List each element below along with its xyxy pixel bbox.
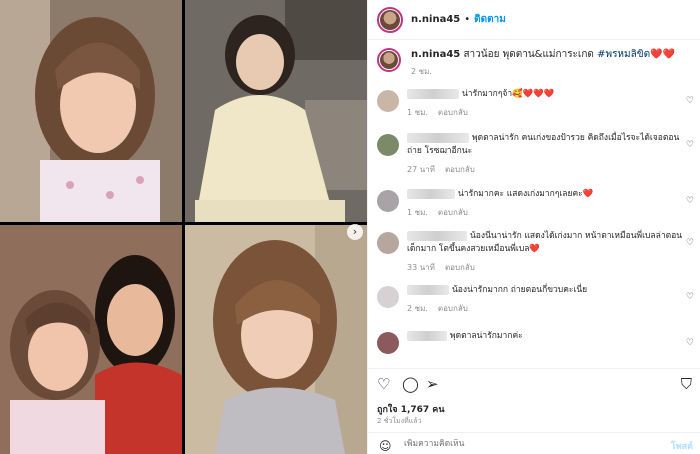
action-bar: ♡ ◯ ➢ ⛉: [368, 368, 700, 398]
commenter-username[interactable]: [407, 88, 459, 99]
reply-button[interactable]: ตอบกลับ: [438, 304, 468, 313]
comment-text: น่ารักมากคะ แสดงเก่งมากๆเลยคะ❤️: [458, 189, 594, 199]
comment-like-icon[interactable]: ♡: [686, 292, 694, 302]
reply-button[interactable]: ตอบกลับ: [445, 165, 475, 174]
send-icon[interactable]: ➢: [426, 375, 439, 393]
commenter-username[interactable]: [407, 132, 469, 143]
photo-girl-smiling: [0, 0, 182, 222]
author-avatar[interactable]: [377, 6, 403, 33]
instagram-post: › n.nina45 • ติดตาม n.nina45 สาวน้อย พุด…: [0, 0, 700, 454]
commenter-avatar[interactable]: [377, 134, 399, 156]
caption-time: 2 ชม.: [411, 67, 432, 76]
comment-item: พุดตาลน่ารัก คนเก่งของป้ารวย คิดถึงเมื่อ…: [368, 132, 700, 188]
add-comment-row: ☺ โพสต์: [368, 432, 700, 454]
caption-emoji: ❤️❤️: [650, 49, 675, 60]
author-username[interactable]: n.nina45: [411, 14, 460, 25]
commenter-username[interactable]: [407, 230, 467, 241]
comment-like-icon[interactable]: ♡: [686, 96, 694, 106]
comment-time: 27 นาที: [407, 165, 435, 174]
bookmark-icon[interactable]: ⛉: [681, 375, 692, 393]
commenter-username[interactable]: [407, 188, 455, 199]
caption-hashtag[interactable]: #พรหมลิขิต: [597, 49, 650, 60]
follow-button[interactable]: ติดตาม: [474, 12, 506, 27]
comment-icon[interactable]: ◯: [402, 375, 419, 393]
heart-outline-icon[interactable]: ♡: [377, 375, 390, 393]
post-sidebar: n.nina45 • ติดตาม n.nina45 สาวน้อย พุดตา…: [367, 0, 700, 454]
comment-like-icon[interactable]: ♡: [686, 140, 694, 150]
caption-username[interactable]: n.nina45: [411, 49, 460, 60]
emoji-icon[interactable]: ☺: [379, 439, 392, 453]
comment-text: น้องน่ารักมากก ถ่ายตอนกี่ขวบคะเนี่ย: [452, 285, 588, 295]
comment-item: น่ารักมากคะ แสดงเก่งมากๆเลยคะ❤️ 1 ชม. ตอบ…: [368, 188, 700, 230]
comment-item: พุดตาลน่ารักมากค่ะ ♡: [368, 330, 700, 358]
post-comment-button[interactable]: โพสต์: [671, 439, 693, 453]
comment-time: 33 นาที: [407, 263, 435, 272]
reply-button[interactable]: ตอบกลับ: [438, 208, 468, 217]
reply-button[interactable]: ตอบกลับ: [445, 263, 475, 272]
reply-button[interactable]: ตอบกลับ: [438, 108, 468, 117]
comment-text: น่ารักมากๆจ้า🥰❤️❤️❤️: [462, 89, 555, 99]
post-caption: n.nina45 สาวน้อย พุดตาน&แม่การะเกด #พรหม…: [368, 40, 700, 79]
separator-dot: •: [464, 14, 471, 25]
comment-time: 2 ชม.: [407, 304, 428, 313]
commenter-avatar[interactable]: [377, 286, 399, 308]
comment-time: 1 ชม.: [407, 208, 428, 217]
comment-item: น้องนีนาน่ารัก แสดงได้เก่งมาก หน้าตาเหมื…: [368, 230, 700, 284]
comment-item: น้องน่ารักมากก ถ่ายตอนกี่ขวบคะเนี่ย 2 ชม…: [368, 284, 700, 330]
commenter-avatar[interactable]: [377, 232, 399, 254]
photo-girl-portrait: [185, 225, 367, 454]
likes-count[interactable]: ถูกใจ 1,767 คน: [377, 402, 444, 416]
posted-time: 2 ชั่วโมงที่แล้ว: [377, 417, 422, 425]
post-media-collage[interactable]: ›: [0, 0, 367, 454]
add-comment-input[interactable]: [404, 439, 624, 449]
comment-like-icon[interactable]: ♡: [686, 238, 694, 248]
post-header: n.nina45 • ติดตาม: [368, 0, 700, 40]
comment-like-icon[interactable]: ♡: [686, 196, 694, 206]
comment-like-icon[interactable]: ♡: [686, 338, 694, 348]
caption-text: สาวน้อย พุดตาน&แม่การะเกด: [463, 49, 594, 60]
commenter-avatar[interactable]: [377, 332, 399, 354]
comment-list: น่ารักมากๆจ้า🥰❤️❤️❤️ 1 ชม. ตอบกลับ ♡ พุดต…: [368, 88, 700, 358]
comment-text: พุดตาลน่ารักมากค่ะ: [450, 331, 523, 341]
photo-mother-and-child: [0, 225, 182, 454]
comment-time: 1 ชม.: [407, 108, 428, 117]
commenter-avatar[interactable]: [377, 190, 399, 212]
photo-child-vintage: [185, 0, 367, 222]
comment-item: น่ารักมากๆจ้า🥰❤️❤️❤️ 1 ชม. ตอบกลับ ♡: [368, 88, 700, 132]
commenter-username[interactable]: [407, 330, 447, 341]
commenter-avatar[interactable]: [377, 90, 399, 112]
caption-avatar[interactable]: [377, 48, 401, 72]
commenter-username[interactable]: [407, 284, 449, 295]
carousel-next-icon[interactable]: ›: [347, 224, 363, 240]
